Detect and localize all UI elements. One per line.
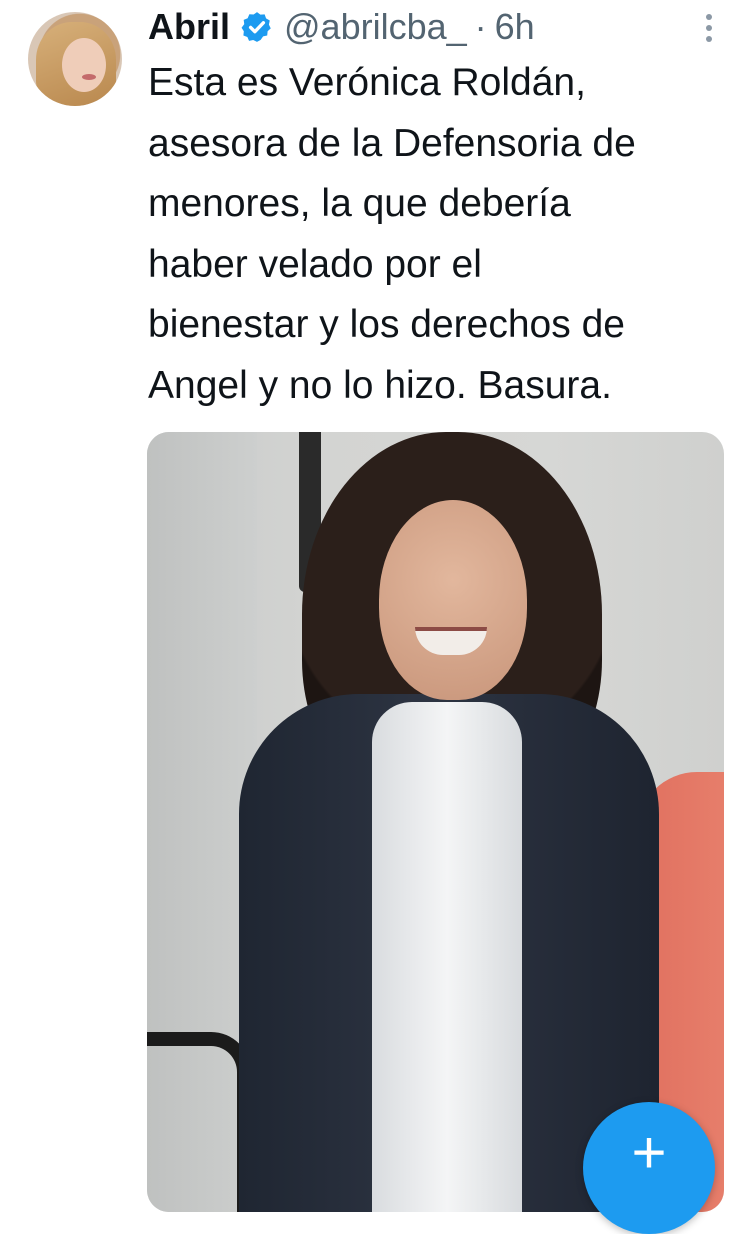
avatar[interactable] <box>28 12 122 106</box>
tweet-text-line: Esta es Verónica Roldán, <box>148 61 586 104</box>
user-handle[interactable]: @abrilcba_ <box>284 2 467 52</box>
timestamp[interactable]: 6h <box>495 2 535 52</box>
display-name[interactable]: Abril <box>148 2 230 52</box>
tweet-text-line: asesora de la Defensoria de <box>148 121 636 165</box>
more-dot <box>706 36 712 42</box>
tweet-text: Esta es Verónica Roldán, asesora de la D… <box>148 53 738 416</box>
tweet-header: Abril @abrilcba_ · 6h <box>148 2 535 52</box>
avatar-face <box>62 38 106 92</box>
photo-blouse <box>372 702 522 1212</box>
compose-button[interactable]: + <box>583 1102 715 1234</box>
separator-dot: · <box>474 6 487 47</box>
tweet-text-line: bienestar y los derechos de <box>148 303 625 346</box>
tweet-text-line: haber velado por el <box>148 242 482 286</box>
tweet-text-line: Angel y no lo hizo. Basura. <box>148 363 612 407</box>
more-options-icon[interactable] <box>694 10 724 46</box>
compose-plus-icon: + <box>631 1119 667 1186</box>
more-dot <box>706 25 712 31</box>
tweet-photo[interactable] <box>147 432 724 1212</box>
avatar-lips <box>82 74 96 80</box>
tweet-text-line: menores, la que debería <box>148 182 571 225</box>
photo-chair <box>147 1032 251 1212</box>
photo-face <box>379 500 527 700</box>
verified-badge-icon <box>240 10 274 44</box>
more-dot <box>706 14 712 20</box>
